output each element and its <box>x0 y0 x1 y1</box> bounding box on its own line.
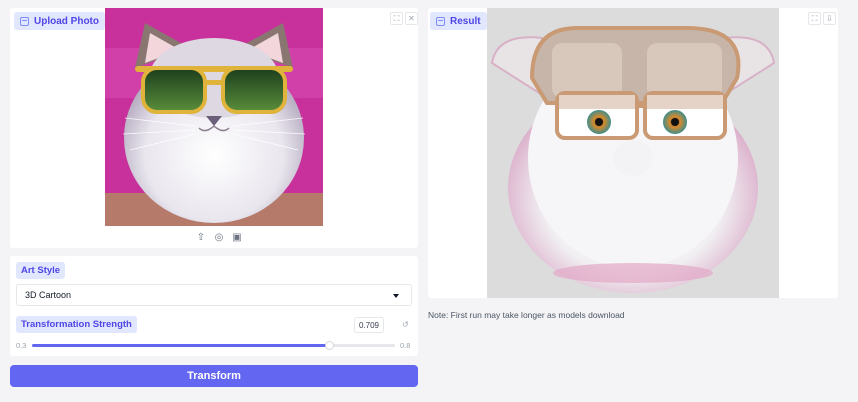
uploaded-image[interactable] <box>105 8 323 226</box>
fullscreen-icon[interactable]: ⛶ <box>808 12 821 25</box>
close-icon[interactable]: ✕ <box>405 12 418 25</box>
result-panel: Result ⛶ ⇩ <box>428 8 838 298</box>
reset-icon[interactable]: ↺ <box>402 320 409 329</box>
clipboard-icon[interactable]: ▣ <box>232 233 242 243</box>
strength-label: Transformation Strength <box>16 316 137 333</box>
result-controls: ⛶ ⇩ <box>808 12 836 25</box>
chevron-down-icon <box>393 294 399 298</box>
strength-number-input[interactable]: 0.709 <box>354 317 384 333</box>
result-label: Result <box>430 12 487 30</box>
image-icon <box>436 16 445 26</box>
upload-photo-label-text: Upload Photo <box>34 15 99 27</box>
transform-button[interactable]: Transform <box>10 365 418 387</box>
strength-min: 0.3 <box>16 341 27 350</box>
strength-slider[interactable] <box>32 341 395 350</box>
strength-max: 0.8 <box>400 341 411 350</box>
art-style-label: Art Style <box>16 262 66 279</box>
image-icon <box>20 16 29 26</box>
strength-slider-fill <box>32 344 329 347</box>
settings-panel: Art Style 3D Cartoon Transformation Stre… <box>10 256 418 356</box>
uploaded-cat-illustration <box>105 8 323 226</box>
art-style-selected: 3D Cartoon <box>25 290 72 300</box>
upload-photo-label: Upload Photo <box>14 12 105 30</box>
result-label-text: Result <box>450 15 481 27</box>
strength-slider-thumb[interactable] <box>324 341 334 350</box>
upload-panel: Upload Photo ⛶ ✕ ⇧ ◎ ▣ <box>10 8 418 248</box>
upload-controls: ⛶ ✕ <box>390 12 418 25</box>
upload-source-toolbar: ⇧ ◎ ▣ <box>196 233 242 243</box>
result-cat-illustration <box>487 8 779 298</box>
upload-icon[interactable]: ⇧ <box>196 233 206 243</box>
art-style-dropdown[interactable]: 3D Cartoon <box>16 284 412 306</box>
note-text: Note: First run may take longer as model… <box>428 310 625 320</box>
download-icon[interactable]: ⇩ <box>823 12 836 25</box>
fullscreen-icon[interactable]: ⛶ <box>390 12 403 25</box>
result-image <box>487 8 779 298</box>
webcam-icon[interactable]: ◎ <box>214 233 224 243</box>
